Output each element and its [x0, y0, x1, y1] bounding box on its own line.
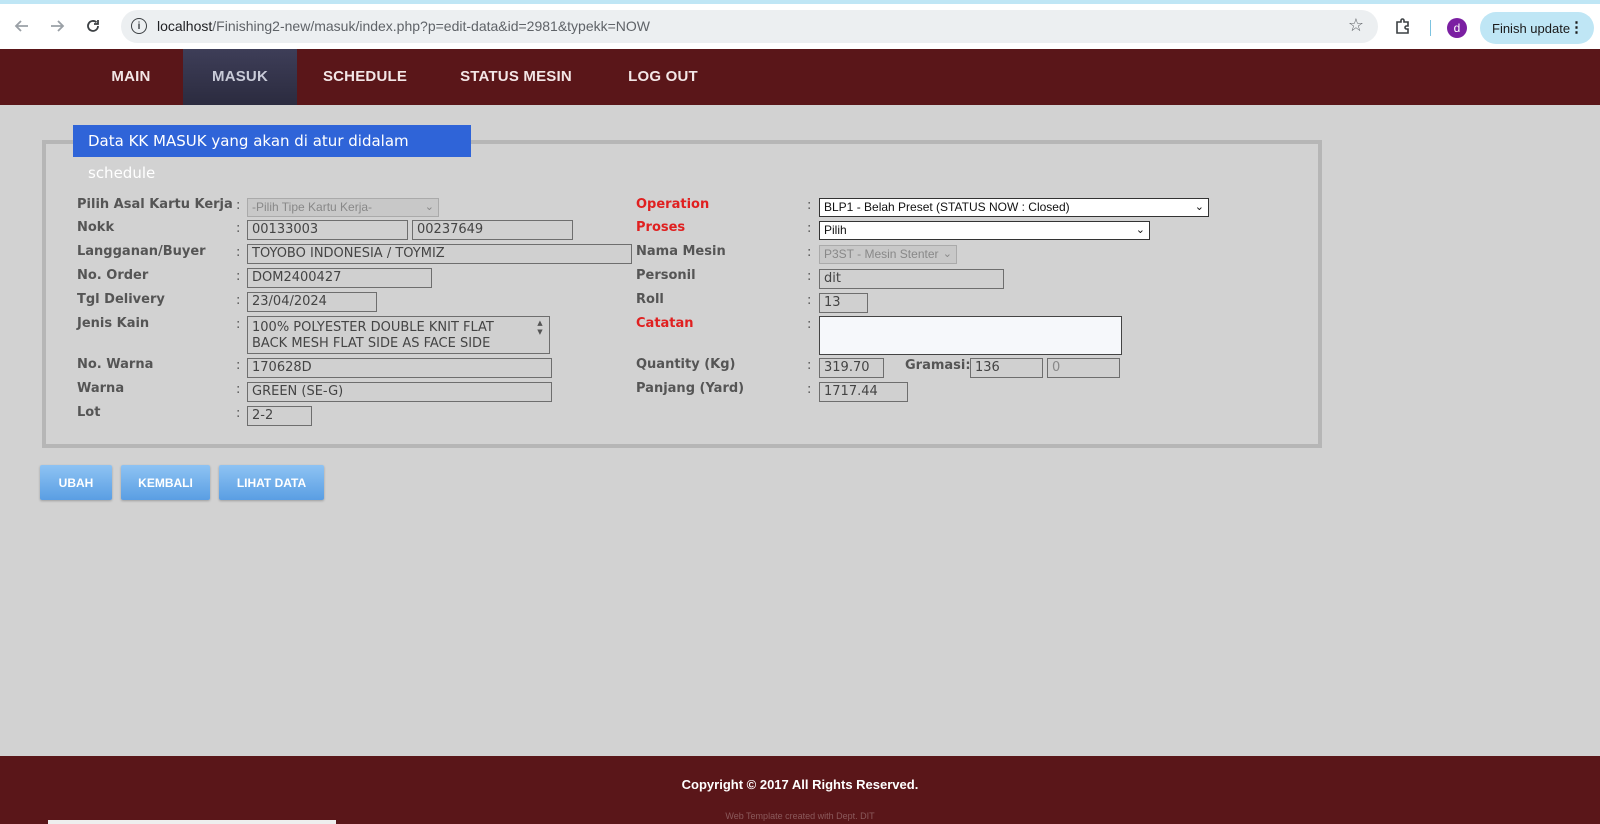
- form-panel: [42, 140, 1322, 448]
- lihat-data-button[interactable]: LIHAT DATA: [219, 465, 324, 500]
- url-path: /Finishing2-new/masuk/index.php?p=edit-d…: [212, 18, 651, 34]
- personil-label: Personil: [636, 268, 696, 283]
- panjang-label: Panjang (Yard): [636, 381, 745, 396]
- forward-icon[interactable]: [46, 15, 68, 37]
- profile-avatar[interactable]: d: [1447, 18, 1467, 38]
- nav-status-mesin[interactable]: STATUS MESIN: [447, 49, 585, 105]
- colon: :: [807, 198, 812, 213]
- delivery-label: Tgl Delivery: [77, 292, 165, 307]
- textarea-scroll-icon[interactable]: ▲ ▼: [533, 319, 547, 351]
- main-nav: MAIN MASUK SCHEDULE STATUS MESIN LOG OUT: [0, 49, 1600, 105]
- site-info-icon[interactable]: i: [131, 18, 147, 34]
- footer: Copyright © 2017 All Rights Reserved. We…: [0, 756, 1600, 824]
- chevron-down-icon: ⌄: [942, 248, 952, 260]
- panel-title: Data KK MASUK yang akan di atur didalam …: [73, 125, 471, 182]
- nav-logout[interactable]: LOG OUT: [610, 49, 716, 105]
- reload-icon[interactable]: [82, 15, 104, 37]
- colon: :: [236, 269, 241, 284]
- proses-select-value: Pilih: [824, 223, 847, 237]
- proses-label: Proses: [636, 220, 686, 235]
- ubah-button[interactable]: UBAH: [40, 465, 112, 500]
- kain-text: 100% POLYESTER DOUBLE KNIT FLAT BACK MES…: [252, 320, 494, 351]
- mesin-select[interactable]: P3ST - Mesin Stenter ⌄: [819, 245, 957, 264]
- gramasi-label: Gramasi:: [905, 358, 971, 373]
- qty-field[interactable]: 319.70: [819, 358, 884, 378]
- colon: :: [236, 317, 241, 332]
- back-icon[interactable]: [11, 15, 33, 37]
- chevron-down-icon: ⌄: [1194, 201, 1204, 213]
- gramasi-field-1[interactable]: 136: [970, 358, 1043, 378]
- asal-select[interactable]: -Pilih Tipe Kartu Kerja- ⌄: [247, 198, 439, 217]
- url-host: localhost: [157, 18, 213, 34]
- panjang-field[interactable]: 1717.44: [819, 382, 908, 402]
- mesin-label: Nama Mesin: [636, 244, 726, 259]
- colon: :: [236, 245, 241, 260]
- roll-label: Roll: [636, 292, 664, 307]
- personil-field[interactable]: dit: [819, 269, 1004, 289]
- nokk-label: Nokk: [77, 220, 115, 235]
- bookmark-star-icon[interactable]: ☆: [1348, 15, 1364, 36]
- colon: :: [236, 358, 241, 373]
- finish-update-button[interactable]: Finish update ⋮: [1480, 12, 1594, 44]
- colon: :: [236, 293, 241, 308]
- colon: :: [807, 382, 812, 397]
- colon: :: [807, 221, 812, 236]
- catatan-label: Catatan: [636, 316, 694, 331]
- nowarna-field[interactable]: 170628D: [247, 358, 552, 378]
- colon: :: [807, 358, 812, 373]
- kain-textarea[interactable]: 100% POLYESTER DOUBLE KNIT FLAT BACK MES…: [247, 316, 550, 354]
- toolbar-divider: [1430, 20, 1431, 36]
- nowarna-label: No. Warna: [77, 357, 154, 372]
- asal-label: Pilih Asal Kartu Kerja: [77, 197, 233, 212]
- nokk-field-2[interactable]: 00237649: [412, 220, 573, 240]
- nav-masuk[interactable]: MASUK: [183, 49, 297, 105]
- operation-select-value: BLP1 - Belah Preset (STATUS NOW : Closed…: [824, 200, 1070, 214]
- colon: :: [236, 382, 241, 397]
- order-label: No. Order: [77, 268, 149, 283]
- finish-update-label: Finish update: [1492, 20, 1571, 36]
- order-field[interactable]: DOM2400427: [247, 268, 432, 288]
- colon: :: [236, 221, 241, 236]
- proses-select[interactable]: Pilih ⌄: [819, 221, 1150, 240]
- operation-select[interactable]: BLP1 - Belah Preset (STATUS NOW : Closed…: [819, 198, 1209, 217]
- nokk-field-1[interactable]: 00133003: [247, 220, 408, 240]
- delivery-field[interactable]: 23/04/2024: [247, 292, 377, 312]
- buyer-label: Langganan/Buyer: [77, 244, 206, 259]
- colon: :: [236, 198, 241, 213]
- colon: :: [807, 317, 812, 332]
- footer-copyright: Copyright © 2017 All Rights Reserved.: [681, 777, 919, 792]
- address-bar[interactable]: i localhost/Finishing2-new/masuk/index.p…: [121, 10, 1378, 43]
- horizontal-scrollbar[interactable]: [48, 820, 336, 824]
- kain-label: Jenis Kain: [77, 316, 150, 331]
- lot-field[interactable]: 2-2: [247, 406, 312, 426]
- catatan-textarea[interactable]: [819, 316, 1122, 355]
- colon: :: [807, 293, 812, 308]
- mesin-select-value: P3ST - Mesin Stenter: [824, 247, 939, 261]
- chevron-down-icon: ⌄: [424, 201, 434, 213]
- url-text[interactable]: localhost/Finishing2-new/masuk/index.php…: [157, 18, 650, 34]
- colon: :: [807, 269, 812, 284]
- warna-field[interactable]: GREEN (SE-G): [247, 382, 552, 402]
- nav-main[interactable]: MAIN: [87, 49, 175, 105]
- asal-select-value: -Pilih Tipe Kartu Kerja-: [252, 200, 373, 214]
- colon: :: [807, 245, 812, 260]
- more-menu-icon: ⋮: [1569, 19, 1584, 36]
- extensions-icon[interactable]: [1394, 17, 1412, 40]
- warna-label: Warna: [77, 381, 125, 396]
- chevron-down-icon: ⌄: [1135, 224, 1145, 236]
- lot-label: Lot: [77, 405, 101, 420]
- nav-schedule[interactable]: SCHEDULE: [305, 49, 425, 105]
- buyer-field[interactable]: TOYOBO INDONESIA / TOYMIZ: [247, 244, 632, 264]
- operation-label: Operation: [636, 197, 710, 212]
- gramasi-field-2[interactable]: 0: [1047, 358, 1120, 378]
- qty-label: Quantity (Kg): [636, 357, 736, 372]
- browser-toolbar: i localhost/Finishing2-new/masuk/index.p…: [0, 0, 1600, 49]
- roll-field[interactable]: 13: [819, 293, 868, 313]
- kembali-button[interactable]: KEMBALI: [121, 465, 210, 500]
- colon: :: [236, 406, 241, 421]
